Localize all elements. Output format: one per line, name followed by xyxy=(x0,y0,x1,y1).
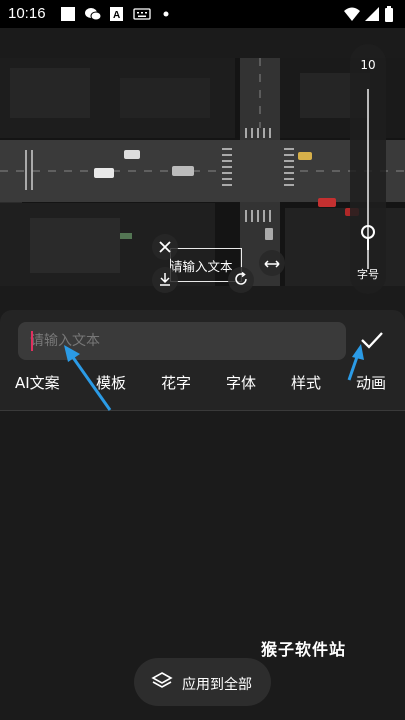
font-size-label: 字号 xyxy=(357,268,379,281)
font-size-value: 10 xyxy=(360,58,376,72)
signal-icon xyxy=(364,6,380,26)
svg-text:A: A xyxy=(113,10,120,21)
close-icon xyxy=(159,238,171,257)
horizontal-arrows-icon xyxy=(264,254,280,273)
download-text-button[interactable] xyxy=(152,267,178,293)
annotation-arrows xyxy=(64,344,364,411)
text-a-icon: A xyxy=(110,6,124,26)
keyboard-icon xyxy=(133,6,151,26)
apply-to-all-button[interactable]: 应用到全部 xyxy=(134,658,271,706)
dot-icon xyxy=(162,6,170,26)
status-bar: 10:16 A xyxy=(0,0,405,28)
download-icon xyxy=(159,271,171,290)
battery-icon xyxy=(384,6,394,26)
stretch-text-button[interactable] xyxy=(259,250,285,276)
wifi-icon xyxy=(343,6,361,26)
layers-icon xyxy=(151,671,173,697)
font-size-slider[interactable]: 10 字号 xyxy=(350,44,386,294)
watermark: 猴子软件站 xyxy=(261,640,347,659)
wechat-icon xyxy=(84,6,102,26)
status-time: 10:16 xyxy=(8,5,46,22)
apply-to-all-label: 应用到全部 xyxy=(182,677,252,693)
slider-knob[interactable] xyxy=(360,224,376,256)
rotate-text-button[interactable] xyxy=(228,267,254,293)
delete-text-button[interactable] xyxy=(152,234,178,260)
top-bar xyxy=(0,28,405,58)
rotate-icon xyxy=(234,271,248,290)
app-square-icon xyxy=(60,6,76,26)
